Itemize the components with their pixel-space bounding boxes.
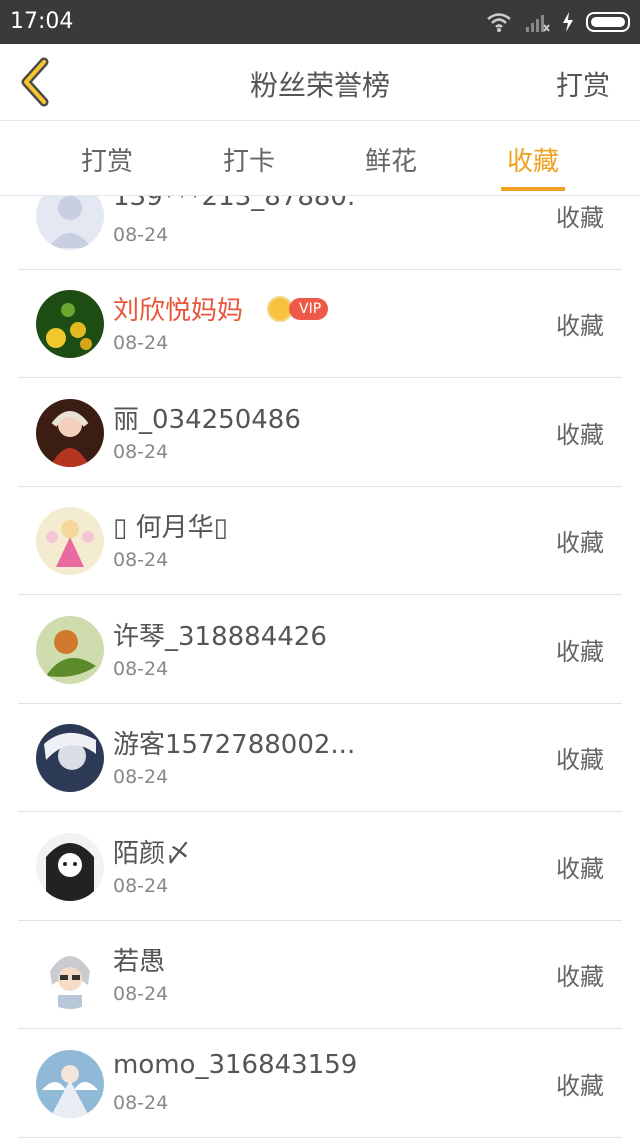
- status-time: 17:04: [10, 9, 74, 34]
- date: 08-24: [113, 549, 169, 571]
- flower-avatar-icon: [36, 290, 104, 358]
- user-name: 游客1572788002...: [113, 730, 356, 760]
- date: 08-24: [113, 441, 169, 463]
- charging-icon: [563, 12, 573, 32]
- date: 08-24: [113, 332, 169, 354]
- date: 08-24: [113, 224, 169, 246]
- tab-bar: 打赏 打卡 鲜花 收藏: [0, 121, 640, 196]
- user-name: momo_316843159: [113, 1050, 358, 1080]
- action-label[interactable]: 收藏: [556, 957, 604, 992]
- list-item[interactable]: ▯ 何月华▯ 08-24 收藏: [0, 487, 640, 595]
- list-item[interactable]: momo_316843159 08-24 收藏: [0, 1030, 640, 1138]
- list-item[interactable]: 游客1572788002... 08-24 收藏: [0, 704, 640, 812]
- list-item[interactable]: 陌颜〆 08-24 收藏: [0, 813, 640, 921]
- action-label[interactable]: 收藏: [556, 523, 604, 558]
- action-label[interactable]: 收藏: [556, 306, 604, 341]
- tab-label: 打卡: [222, 147, 275, 177]
- user-name: 陌颜〆: [113, 839, 192, 869]
- vip-badge: VIP: [267, 296, 329, 322]
- page-title: 粉丝荣誉榜: [249, 69, 390, 102]
- angel-avatar-icon: [36, 1050, 104, 1118]
- tab-favorites[interactable]: 收藏: [478, 141, 588, 193]
- header: 粉丝荣誉榜 打赏: [0, 44, 640, 121]
- date: 08-24: [113, 766, 169, 788]
- tab-checkin[interactable]: 打卡: [194, 141, 304, 193]
- user-name: 139***213_87880.: [113, 196, 356, 212]
- user-name: 许琴_318884426: [113, 622, 327, 652]
- user-name: 丽_034250486: [113, 405, 301, 435]
- divider: [18, 594, 622, 595]
- action-label[interactable]: 收藏: [556, 1066, 604, 1101]
- divider: [18, 811, 622, 812]
- wifi-icon: [487, 13, 511, 32]
- signal-icon: [526, 15, 550, 32]
- list-item[interactable]: 刘欣悦妈妈 VIP 08-24 收藏: [0, 270, 640, 378]
- tab-active-indicator: [501, 187, 565, 191]
- battery-icon: [586, 12, 630, 32]
- sketch-girl-avatar-icon: [36, 833, 104, 901]
- date: 08-24: [113, 875, 169, 897]
- anime-girl-avatar-icon: [36, 399, 104, 467]
- status-icons: [486, 9, 630, 35]
- user-name: 刘欣悦妈妈: [113, 296, 244, 326]
- action-label[interactable]: 收藏: [556, 632, 604, 667]
- date: 08-24: [113, 658, 169, 680]
- placeholder-avatar-icon: [36, 196, 104, 250]
- tab-label: 收藏: [506, 147, 559, 177]
- tab-reward[interactable]: 打赏: [52, 141, 162, 193]
- date: 08-24: [113, 1092, 169, 1114]
- user-name: 若愚: [113, 947, 166, 977]
- list-item[interactable]: 139***213_87880. 08-24 收藏: [0, 196, 640, 270]
- vip-label: VIP: [289, 298, 329, 320]
- user-name: ▯ 何月华▯: [113, 513, 228, 543]
- action-label[interactable]: 收藏: [556, 415, 604, 450]
- divider: [18, 377, 622, 378]
- list-item[interactable]: 许琴_318884426 08-24 收藏: [0, 596, 640, 704]
- tab-label: 打赏: [80, 147, 133, 177]
- list-item[interactable]: 若愚 08-24 收藏: [0, 921, 640, 1029]
- sunglasses-avatar-icon: [36, 941, 104, 1009]
- tab-flowers[interactable]: 鲜花: [336, 141, 446, 193]
- fan-list[interactable]: 139***213_87880. 08-24 收藏 刘欣悦妈妈 VIP 08-2…: [0, 196, 640, 1138]
- status-bar: 17:04: [0, 0, 640, 44]
- reward-button[interactable]: 打赏: [556, 64, 610, 103]
- tab-label: 鲜花: [364, 147, 417, 177]
- fairy-avatar-icon: [36, 507, 104, 575]
- list-item[interactable]: 丽_034250486 08-24 收藏: [0, 379, 640, 487]
- action-label[interactable]: 收藏: [556, 849, 604, 884]
- rose-avatar-icon: [36, 616, 104, 684]
- action-label[interactable]: 收藏: [556, 198, 604, 233]
- action-label[interactable]: 收藏: [556, 740, 604, 775]
- portrait-avatar-icon: [36, 724, 104, 792]
- divider: [18, 1028, 622, 1029]
- date: 08-24: [113, 983, 169, 1005]
